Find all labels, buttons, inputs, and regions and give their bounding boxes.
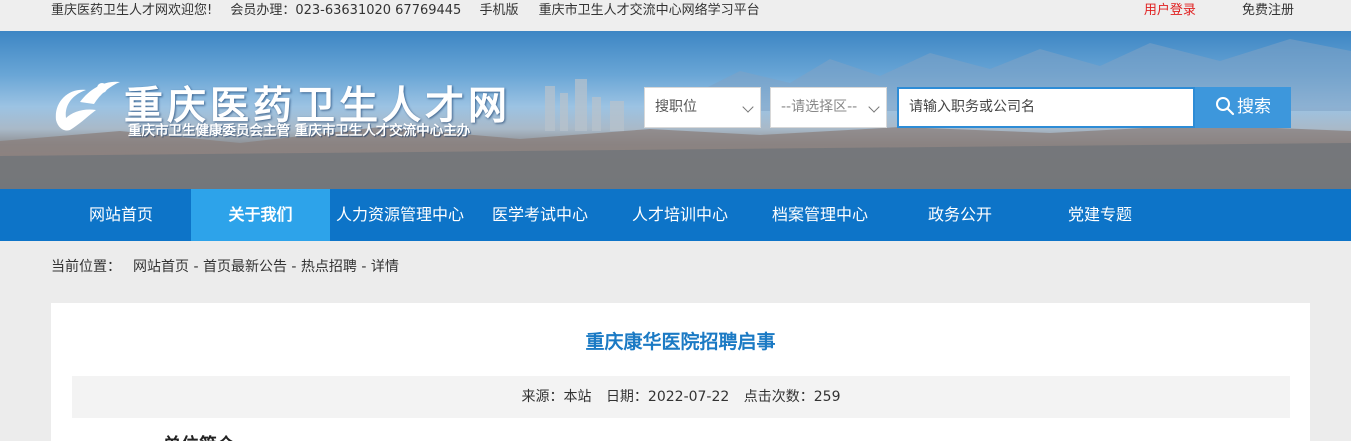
site-logo-icon <box>55 81 120 131</box>
nav-item-training-center[interactable]: 人才培训中心 <box>610 189 750 241</box>
search-input[interactable]: 请输入职务或公司名 <box>897 87 1195 128</box>
breadcrumb-label: 当前位置： <box>51 259 121 275</box>
top-bar-left: 重庆医药卫生人才网欢迎您! 会员办理：023-63631020 67769445… <box>51 0 776 21</box>
breadcrumb-hot-jobs[interactable]: 热点招聘 <box>301 259 357 275</box>
nav-item-hr-center[interactable]: 人力资源管理中心 <box>330 189 470 241</box>
article-title: 重庆康华医院招聘启事 <box>585 331 776 353</box>
area-select[interactable]: --请选择区-- <box>770 87 887 128</box>
welcome-text: 重庆医药卫生人才网欢迎您! <box>51 3 213 18</box>
article-source: 来源：本站 <box>521 389 592 405</box>
member-hotline: 会员办理：023-63631020 67769445 <box>230 3 462 18</box>
job-type-select-value: 搜职位 <box>655 99 697 115</box>
nav-item-about[interactable]: 关于我们 <box>191 189 330 241</box>
mobile-link[interactable]: 手机版 <box>479 3 518 18</box>
nav-item-government[interactable]: 政务公开 <box>890 189 1030 241</box>
article-date: 日期：2022-07-22 <box>605 389 730 405</box>
breadcrumb-separator: - <box>356 259 371 275</box>
header-banner: 重庆医药卫生人才网 重庆市卫生健康委员会主管 重庆市卫生人才交流中心主办 搜职位… <box>0 31 1351 189</box>
chevron-down-icon <box>742 101 754 113</box>
search-icon <box>1216 97 1235 116</box>
article-panel: 重庆康华医院招聘启事 来源：本站 日期：2022-07-22 点击次数：259 … <box>51 303 1310 441</box>
site-subtitle: 重庆市卫生健康委员会主管 重庆市卫生人才交流中心主办 <box>128 123 471 139</box>
nav-item-exam-center[interactable]: 医学考试中心 <box>470 189 610 241</box>
platform-link[interactable]: 重庆市卫生人才交流中心网络学习平台 <box>539 3 760 18</box>
chevron-down-icon <box>868 101 880 113</box>
breadcrumb-current: 详情 <box>370 259 399 275</box>
register-link[interactable]: 免费注册 <box>1242 3 1294 18</box>
breadcrumb-home[interactable]: 网站首页 <box>133 259 189 275</box>
search-button[interactable]: 搜索 <box>1195 87 1291 128</box>
breadcrumb-separator: - <box>189 259 203 275</box>
section-heading: 单位简介 <box>163 431 235 441</box>
article-meta: 来源：本站 日期：2022-07-22 点击次数：259 <box>72 376 1290 418</box>
nav-item-home[interactable]: 网站首页 <box>51 189 191 241</box>
top-bar: 重庆医药卫生人才网欢迎您! 会员办理：023-63631020 67769445… <box>0 0 1351 31</box>
top-bar-right: 用户登录 免费注册 <box>1102 0 1294 21</box>
nav-item-archives-center[interactable]: 档案管理中心 <box>750 189 890 241</box>
breadcrumb: 当前位置： 网站首页 - 首页最新公告 - 热点招聘 - 详情 <box>51 256 399 278</box>
login-link[interactable]: 用户登录 <box>1144 3 1196 18</box>
article-click-count: 点击次数：259 <box>743 389 841 405</box>
breadcrumb-separator: - <box>286 259 301 275</box>
breadcrumb-notices[interactable]: 首页最新公告 <box>203 259 287 275</box>
search-button-label: 搜索 <box>1237 97 1271 117</box>
job-type-select[interactable]: 搜职位 <box>644 87 761 128</box>
main-nav: 网站首页 关于我们 人力资源管理中心 医学考试中心 人才培训中心 档案管理中心 … <box>0 189 1351 241</box>
nav-item-party[interactable]: 党建专题 <box>1030 189 1170 241</box>
area-select-value: --请选择区-- <box>781 99 858 115</box>
